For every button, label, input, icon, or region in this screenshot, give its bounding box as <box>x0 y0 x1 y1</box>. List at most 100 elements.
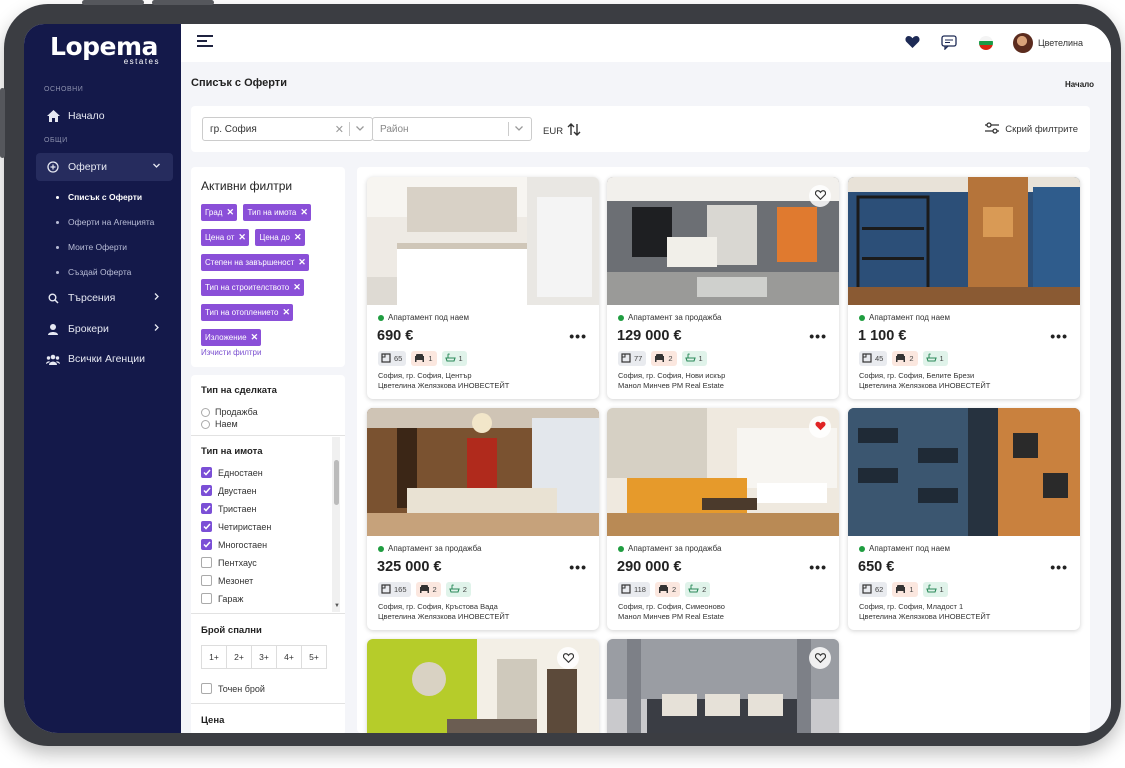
listing-features: 65 1 1 <box>378 351 472 366</box>
property-type-option[interactable]: Едностаен <box>201 467 263 478</box>
bulgarian-flag-icon[interactable] <box>978 36 994 52</box>
close-icon[interactable]: ✕ <box>294 232 302 243</box>
listing-card-partial[interactable] <box>607 639 839 733</box>
listing-photo[interactable] <box>607 177 839 305</box>
checkbox[interactable] <box>201 503 212 514</box>
listing-agent[interactable]: Цветелина Желязкова ИНОВЕСТЕЙТ <box>378 612 509 622</box>
menu-toggle-button[interactable] <box>197 35 213 49</box>
currency-toggle[interactable]: EUR <box>543 123 581 139</box>
close-icon[interactable]: ✕ <box>238 232 246 243</box>
radio-button[interactable] <box>201 407 210 417</box>
listing-agent[interactable]: Манол Минчев PM Real Estate <box>618 381 725 391</box>
sidebar-item-brokers[interactable]: Брокери <box>36 315 173 343</box>
more-options-button[interactable]: ••• <box>809 328 827 344</box>
filter-chip[interactable]: Тип на строителството ✕ <box>201 279 304 296</box>
clear-icon[interactable]: ✕ <box>335 123 344 136</box>
favorite-button[interactable] <box>557 647 579 669</box>
brand-logo[interactable]: Lopema estates <box>44 32 164 66</box>
property-type-option[interactable]: Пентхаус <box>201 557 257 568</box>
checkbox[interactable] <box>201 575 212 586</box>
listing-card[interactable]: Апартамент под наем 650 € ••• 62 1 1 София, гр… <box>848 408 1080 630</box>
bedrooms-option[interactable]: 3+ <box>251 645 277 669</box>
more-options-button[interactable]: ••• <box>569 328 587 344</box>
exact-count-checkbox[interactable]: Точен брой <box>201 683 265 694</box>
close-icon[interactable]: ✕ <box>293 282 301 293</box>
listing-agent[interactable]: Манол Минчев PM Real Estate <box>618 612 725 622</box>
checkbox[interactable] <box>201 593 212 604</box>
close-icon[interactable]: ✕ <box>298 257 306 268</box>
filter-chip[interactable]: Тип на имота ✕ <box>243 204 311 221</box>
property-type-option[interactable]: Многостаен <box>201 539 267 550</box>
listing-card[interactable]: Апартамент под наем 690 € ••• 65 1 1 София, гр… <box>367 177 599 399</box>
listing-photo[interactable] <box>367 177 599 305</box>
close-icon[interactable]: ✕ <box>300 207 308 218</box>
more-options-button[interactable]: ••• <box>1050 559 1068 575</box>
property-type-option[interactable]: Мезонет <box>201 575 253 586</box>
scroll-down-arrow[interactable]: ▼ <box>334 603 340 609</box>
deal-type-option[interactable]: Наем <box>201 419 238 429</box>
favorite-button[interactable] <box>809 416 831 438</box>
close-icon[interactable]: ✕ <box>226 207 234 218</box>
radio-button[interactable] <box>201 419 210 429</box>
checkbox[interactable] <box>201 683 212 694</box>
bedrooms-option[interactable]: 4+ <box>276 645 302 669</box>
heart-icon[interactable] <box>905 35 921 51</box>
favorite-button[interactable] <box>809 185 831 207</box>
property-type-option[interactable]: Двустаен <box>201 485 257 496</box>
listing-photo[interactable] <box>607 408 839 536</box>
listing-agent[interactable]: Цветелина Желязкова ИНОВЕСТЕЙТ <box>378 381 509 391</box>
favorite-button[interactable] <box>809 647 831 669</box>
checkbox[interactable] <box>201 557 212 568</box>
checkbox[interactable] <box>201 539 212 550</box>
bedrooms-option[interactable]: 1+ <box>201 645 227 669</box>
district-select[interactable]: Район <box>372 117 532 141</box>
filter-chip[interactable]: Степен на завършеност ✕ <box>201 254 309 271</box>
listing-card[interactable]: Апартамент за продажба 129 000 € ••• 77 2 1 Со… <box>607 177 839 399</box>
sidebar-item-home[interactable]: Начало <box>36 102 173 130</box>
deal-type-option[interactable]: Продажба <box>201 407 258 417</box>
listing-card[interactable]: Апартамент за продажба 325 000 € ••• 165 2 2 С… <box>367 408 599 630</box>
listing-photo[interactable] <box>367 408 599 536</box>
clear-filters-link[interactable]: Изчисти филтри <box>201 348 261 357</box>
filter-chip[interactable]: Град ✕ <box>201 204 237 221</box>
filter-chip[interactable]: Цена от ✕ <box>201 229 249 246</box>
filter-chip[interactable]: Тип на отоплението ✕ <box>201 304 294 321</box>
sidebar-subitem-create-offer[interactable]: Създай Оферта <box>56 267 131 277</box>
chat-icon[interactable] <box>941 35 957 51</box>
close-icon[interactable]: ✕ <box>283 307 291 318</box>
checkbox[interactable] <box>201 485 212 496</box>
listing-card[interactable]: Апартамент за продажба 290 000 € ••• 118 2 2 С… <box>607 408 839 630</box>
sidebar-subitem-agency-offers[interactable]: Оферти на Агенцията <box>56 217 154 227</box>
sidebar-item-offers[interactable]: Оферти <box>36 153 173 181</box>
property-type-option[interactable]: Четиристаен <box>201 521 271 532</box>
checkbox[interactable] <box>201 467 212 478</box>
property-type-option[interactable]: Тристаен <box>201 503 257 514</box>
close-icon[interactable]: ✕ <box>251 332 259 343</box>
property-type-option[interactable]: Гараж <box>201 593 243 604</box>
more-options-button[interactable]: ••• <box>809 559 827 575</box>
sidebar-item-agencies[interactable]: Всички Агенции <box>36 345 173 373</box>
listing-photo[interactable] <box>607 639 839 733</box>
listing-agent[interactable]: Цветелина Желязкова ИНОВЕСТЕЙТ <box>859 381 990 391</box>
filter-chip[interactable]: Изложение ✕ <box>201 329 262 346</box>
more-options-button[interactable]: ••• <box>569 559 587 575</box>
scrollbar-thumb[interactable] <box>334 460 339 505</box>
city-select[interactable]: гр. София ✕ <box>202 117 373 141</box>
checkbox[interactable] <box>201 521 212 532</box>
more-options-button[interactable]: ••• <box>1050 328 1068 344</box>
bathrooms-value: 2 <box>702 585 707 594</box>
hide-filters-button[interactable]: Скрий филтрите <box>985 122 1078 137</box>
filter-chip[interactable]: Цена до ✕ <box>255 229 305 246</box>
listing-photo[interactable] <box>848 408 1080 536</box>
sidebar-item-searches[interactable]: Търсения <box>36 284 173 312</box>
breadcrumb[interactable]: Начало <box>1065 80 1094 89</box>
sidebar-subitem-my-offers[interactable]: Моите Оферти <box>56 242 127 252</box>
bedrooms-option[interactable]: 2+ <box>226 645 252 669</box>
listing-agent[interactable]: Цветелина Желязкова ИНОВЕСТЕЙТ <box>859 612 990 622</box>
bedrooms-option[interactable]: 5+ <box>301 645 327 669</box>
user-menu[interactable]: Цветелина <box>1012 33 1083 53</box>
listing-photo[interactable] <box>848 177 1080 305</box>
sidebar-subitem-offers-list[interactable]: Списък с Оферти <box>56 192 142 202</box>
listing-card[interactable]: Апартамент под наем 1 100 € ••• 45 2 1 София, … <box>848 177 1080 399</box>
city-select-value: гр. София <box>210 123 257 135</box>
